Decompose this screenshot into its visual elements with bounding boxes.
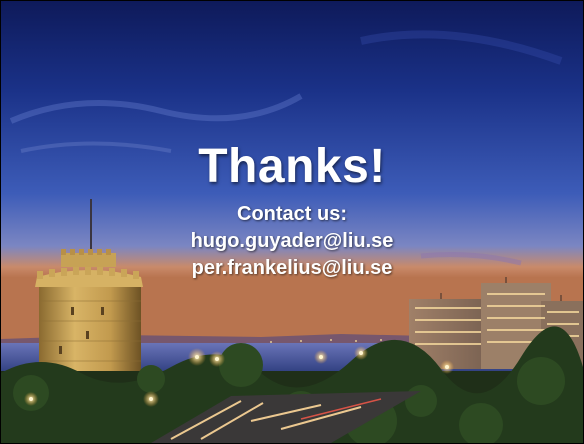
slide: Thanks! Contact us: hugo.guyader@liu.se … bbox=[0, 0, 584, 444]
slide-title: Thanks! bbox=[198, 140, 386, 193]
email-hugo[interactable]: hugo.guyader@liu.se bbox=[1, 228, 583, 255]
email-per[interactable]: per.frankelius@liu.se bbox=[1, 255, 583, 282]
contact-heading: Contact us: bbox=[237, 203, 347, 225]
contact-block: Contact us: hugo.guyader@liu.se per.fran… bbox=[1, 201, 583, 282]
